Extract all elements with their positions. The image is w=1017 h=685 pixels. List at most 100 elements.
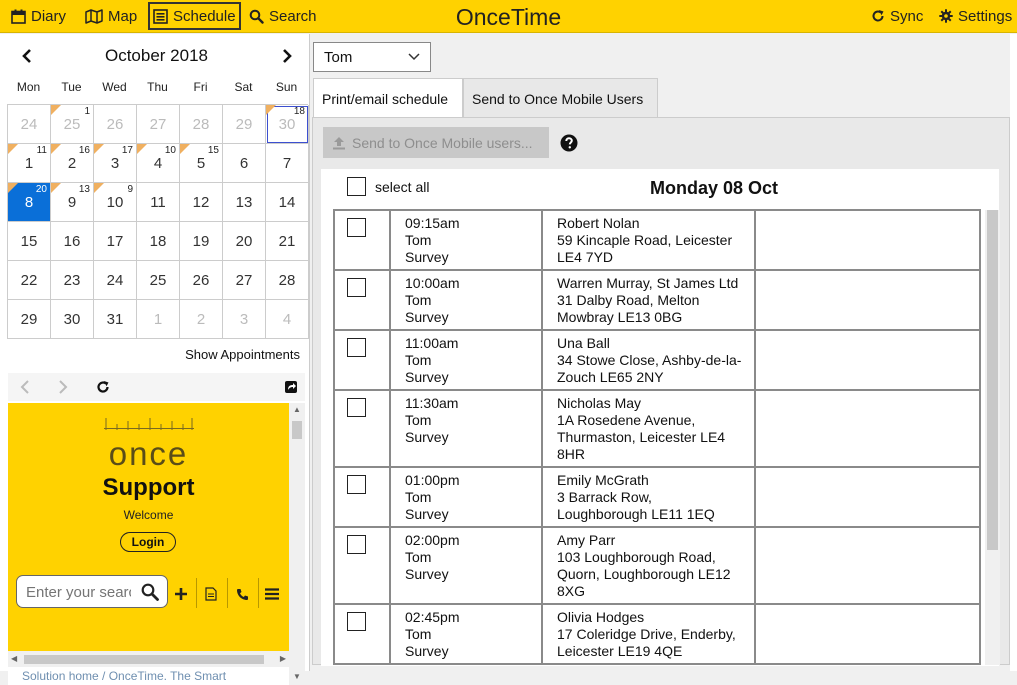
appointment-marker xyxy=(8,183,18,193)
calendar-day-cell[interactable]: 3 xyxy=(223,300,266,339)
appointment-checkbox[interactable] xyxy=(347,338,366,357)
hamburger-menu-icon[interactable] xyxy=(261,583,283,605)
back-icon[interactable] xyxy=(16,378,34,396)
calendar-day-cell[interactable]: 13 xyxy=(223,183,266,222)
appointment-checkbox[interactable] xyxy=(347,612,366,631)
calendar-day-cell[interactable]: 28 xyxy=(180,105,223,144)
calendar-day-cell[interactable]: 6 xyxy=(223,144,266,183)
calendar-day-cell[interactable]: 1 11 xyxy=(8,144,51,183)
calendar-day-cell[interactable]: 24 xyxy=(8,105,51,144)
calendar-day-cell[interactable]: 10 9 xyxy=(94,183,137,222)
tab-send-to-once-mobile[interactable]: Send to Once Mobile Users xyxy=(463,78,658,118)
calendar-day-cell[interactable]: 27 xyxy=(137,105,180,144)
calendar-day-cell[interactable]: 26 xyxy=(94,105,137,144)
calendar-day-cell[interactable]: 27 xyxy=(223,261,266,300)
select-all-label: select all xyxy=(375,178,430,195)
calendar-day-cell[interactable]: 26 xyxy=(180,261,223,300)
calendar-day-cell[interactable]: 31 xyxy=(94,300,137,339)
calendar-day-cell[interactable]: 4 10 xyxy=(137,144,180,183)
calendar-day-cell[interactable]: 5 15 xyxy=(180,144,223,183)
calendar-day-cell[interactable]: 29 xyxy=(223,105,266,144)
customer-address-line: 1A Rosedene Avenue, xyxy=(557,412,696,428)
appointment-checkbox[interactable] xyxy=(347,535,366,554)
schedule-vertical-scrollbar[interactable] xyxy=(985,210,1000,665)
ruler-decoration xyxy=(104,417,194,430)
calendar-day-cell[interactable]: 8 20 xyxy=(8,183,51,222)
day-number: 28 xyxy=(278,271,296,289)
calendar-day-cell[interactable]: 17 xyxy=(94,222,137,261)
add-icon[interactable] xyxy=(170,583,192,605)
calendar-day-cell[interactable]: 2 xyxy=(180,300,223,339)
appointment-customer: Robert Nolan 59 Kincaple Road, Leicester L… xyxy=(541,209,756,271)
appointment-row[interactable]: 02:00pm Tom Survey Amy Parr 103 Loughborough… xyxy=(333,526,981,605)
calendar-day-cell[interactable]: 21 xyxy=(266,222,309,261)
calendar-day-cell[interactable]: 28 xyxy=(266,261,309,300)
user-select[interactable]: Tom xyxy=(313,42,431,72)
appointment-checkbox[interactable] xyxy=(347,398,366,417)
appointment-row[interactable]: 10:00am Tom Survey Warren Murray, St James … xyxy=(333,269,981,331)
send-to-mobile-button[interactable]: Send to Once Mobile users... xyxy=(323,127,549,158)
calendar-day-cell[interactable]: 18 xyxy=(137,222,180,261)
appointment-checkbox[interactable] xyxy=(347,475,366,494)
appointment-row[interactable]: 11:00am Tom Survey Una Ball 34 Stowe Close, … xyxy=(333,329,981,391)
calendar-day-cell[interactable]: 22 xyxy=(8,261,51,300)
appointment-details: 02:45pm Tom Survey xyxy=(389,603,543,665)
calendar-day-cell[interactable]: 20 xyxy=(223,222,266,261)
appointment-type: Survey xyxy=(405,249,449,265)
calendar-day-cell[interactable]: 11 xyxy=(137,183,180,222)
appointment-checkbox[interactable] xyxy=(347,278,366,297)
calendar-day-cell[interactable]: 29 xyxy=(8,300,51,339)
appointment-row[interactable]: 01:00pm Tom Survey Emily McGrath 3 Barrack R… xyxy=(333,466,981,528)
customer-address-line: Quorn, Loughborough LE12 xyxy=(557,566,731,582)
forward-icon[interactable] xyxy=(54,378,72,396)
widget-horizontal-scrollbar[interactable]: ◀ ▶ xyxy=(8,651,289,667)
login-button[interactable]: Login xyxy=(120,532,176,552)
appointment-row[interactable]: 11:30am Tom Survey Nicholas May 1A Rosedene … xyxy=(333,389,981,468)
widget-vertical-scrollbar[interactable]: ▲ ▼ xyxy=(289,403,305,683)
sync-button[interactable]: Sync xyxy=(868,2,926,30)
appointment-row[interactable]: 09:15am Tom Survey Robert Nolan 59 Kincaple … xyxy=(333,209,981,271)
appointment-checkbox[interactable] xyxy=(347,218,366,237)
next-month-button[interactable] xyxy=(276,45,298,67)
document-icon[interactable] xyxy=(200,583,222,605)
calendar-day-cell[interactable]: 4 xyxy=(266,300,309,339)
support-search-input[interactable] xyxy=(26,582,131,602)
appointment-time: 09:15am xyxy=(405,215,460,231)
open-external-icon[interactable] xyxy=(282,378,300,396)
calendar-day-cell[interactable]: 24 xyxy=(94,261,137,300)
prev-month-button[interactable] xyxy=(16,45,38,67)
tab-print-email-schedule[interactable]: Print/email schedule xyxy=(313,78,463,118)
calendar-day-cell[interactable]: 19 xyxy=(180,222,223,261)
calendar-day-cell[interactable]: 23 xyxy=(51,261,94,300)
appointment-marker xyxy=(94,144,104,154)
calendar-day-cell[interactable]: 16 xyxy=(51,222,94,261)
calendar-day-cell[interactable]: 3 17 xyxy=(94,144,137,183)
search-icon[interactable] xyxy=(141,583,159,601)
appointment-customer: Amy Parr 103 Loughborough Road, Quorn, Lou… xyxy=(541,526,756,605)
calendar-day-cell[interactable]: 14 xyxy=(266,183,309,222)
help-icon[interactable] xyxy=(560,134,578,152)
select-all-control[interactable]: select all xyxy=(347,177,429,196)
calendar-day-cell[interactable]: 1 xyxy=(137,300,180,339)
calendar-day-cell[interactable]: 25 xyxy=(137,261,180,300)
appointment-type: Survey xyxy=(405,309,449,325)
calendar-day-cell[interactable]: 30 xyxy=(51,300,94,339)
calendar-day-cell[interactable]: 2 16 xyxy=(51,144,94,183)
calendar-day-cell[interactable]: 30 18 xyxy=(266,105,309,144)
day-number: 6 xyxy=(239,154,249,172)
breadcrumb[interactable]: Solution home / OnceTime. The Smart xyxy=(22,669,226,683)
calendar-day-cell[interactable]: 12 xyxy=(180,183,223,222)
day-number: 26 xyxy=(192,271,210,289)
calendar-day-cell[interactable]: 7 xyxy=(266,144,309,183)
day-title: Monday 08 Oct xyxy=(650,178,779,198)
calendar-day-cell[interactable]: 25 1 xyxy=(51,105,94,144)
settings-button[interactable]: Settings xyxy=(936,2,1015,30)
calendar-day-cell[interactable]: 15 xyxy=(8,222,51,261)
show-appointments-link[interactable]: Show Appointments xyxy=(185,347,300,362)
calendar-day-cell[interactable]: 9 13 xyxy=(51,183,94,222)
select-all-checkbox[interactable] xyxy=(347,177,366,196)
phone-icon[interactable] xyxy=(231,583,253,605)
appointment-row[interactable]: 02:45pm Tom Survey Olivia Hodges 17 Coleridg… xyxy=(333,603,981,665)
refresh-icon[interactable] xyxy=(94,378,112,396)
appointment-details: 11:30am Tom Survey xyxy=(389,389,543,468)
